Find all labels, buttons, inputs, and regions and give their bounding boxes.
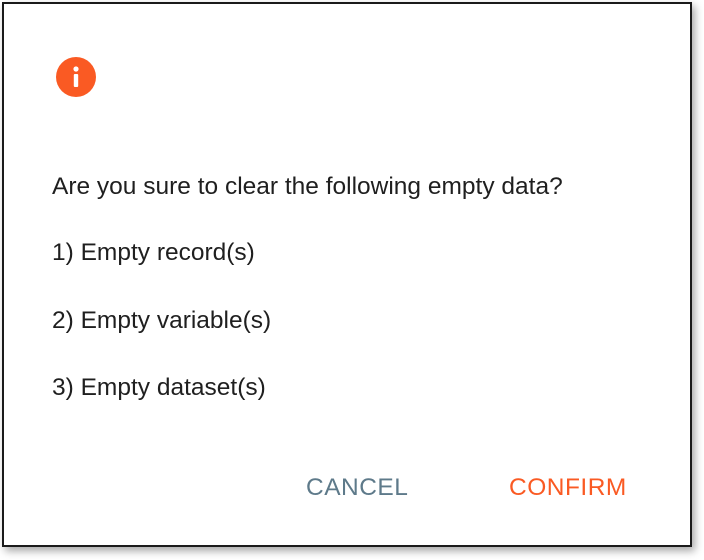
dialog-message: Are you sure to clear the following empt… — [52, 173, 563, 200]
list-item-empty-records: 1) Empty record(s) — [52, 239, 255, 266]
confirm-dialog: Are you sure to clear the following empt… — [2, 2, 692, 547]
cancel-button[interactable]: CANCEL — [298, 468, 416, 508]
info-icon — [56, 57, 96, 97]
list-item-empty-variables: 2) Empty variable(s) — [52, 307, 272, 334]
list-item-empty-datasets: 3) Empty dataset(s) — [52, 374, 266, 401]
confirm-button[interactable]: CONFIRM — [501, 468, 635, 508]
